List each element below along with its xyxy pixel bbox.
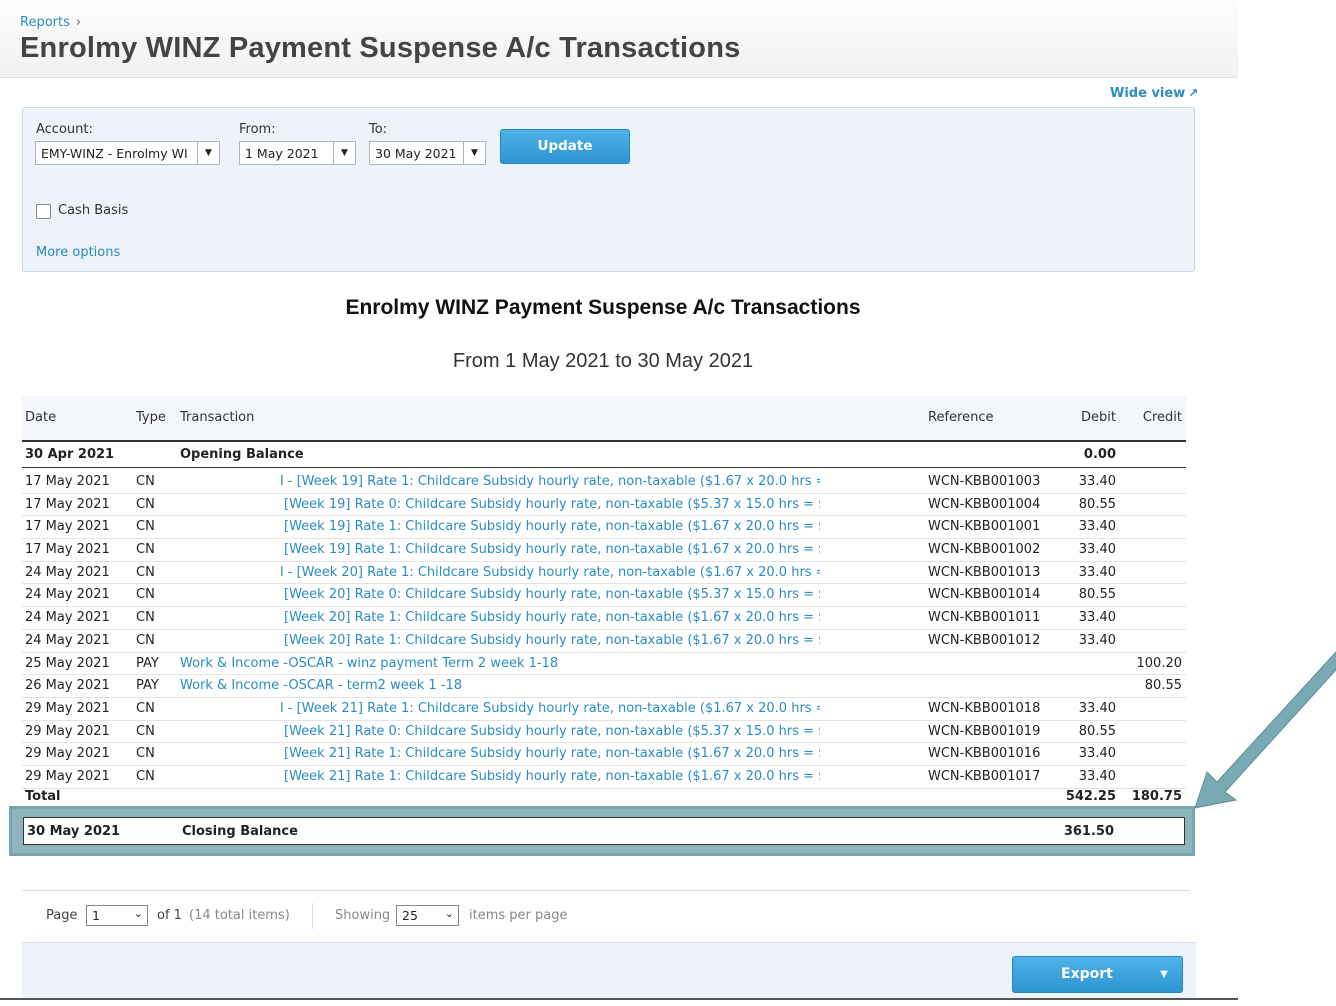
- showing-label: Showing: [335, 908, 391, 923]
- page-label: Page: [46, 908, 78, 923]
- page-select[interactable]: 1 ⌄: [86, 905, 148, 926]
- annotation-arrow-icon: [1194, 651, 1336, 809]
- page-of-label: of 1: [157, 908, 182, 923]
- export-label: Export: [1061, 966, 1113, 982]
- report-page: Reports › Enrolmy WINZ Payment Suspense A…: [0, 0, 1336, 1006]
- pager-divider: [312, 903, 313, 929]
- bottom-divider: [0, 998, 1238, 1000]
- pager: Page 1 ⌄ of 1 (14 total items) Showing 2…: [22, 890, 1190, 942]
- export-button[interactable]: Export ▼: [1012, 956, 1183, 993]
- page-value: 1: [92, 908, 100, 923]
- items-per-page-label: items per page: [469, 908, 568, 923]
- per-page-select[interactable]: 25 ⌄: [396, 905, 459, 926]
- chevron-down-icon: ⌄: [444, 907, 454, 920]
- caret-down-icon[interactable]: ▼: [1146, 957, 1182, 992]
- chevron-down-icon: ⌄: [133, 907, 143, 920]
- footer-bar: Export ▼: [22, 942, 1196, 998]
- per-page-value: 25: [402, 908, 418, 923]
- total-items-label: (14 total items): [189, 908, 290, 923]
